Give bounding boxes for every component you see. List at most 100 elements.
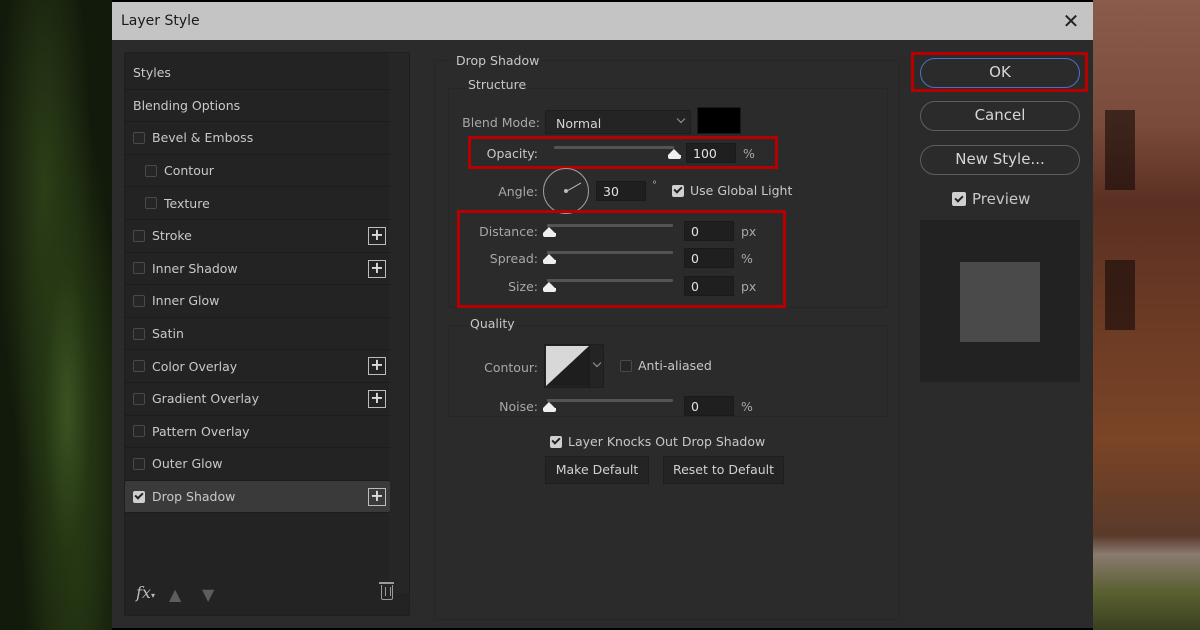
spread-slider-thumb[interactable] — [543, 254, 556, 264]
structure-title: Structure — [466, 77, 529, 92]
style-item-inner-glow[interactable]: Inner Glow — [125, 285, 390, 318]
style-item-label: Drop Shadow — [152, 489, 236, 505]
noise-slider[interactable] — [543, 399, 673, 412]
style-item-checkbox[interactable] — [133, 490, 145, 503]
style-item-checkbox[interactable] — [145, 197, 157, 210]
style-item-checkbox[interactable] — [133, 294, 145, 307]
spread-input[interactable]: 0 — [684, 248, 734, 268]
add-effect-icon[interactable]: + — [368, 226, 386, 245]
trash-icon[interactable] — [379, 582, 394, 600]
spread-unit: % — [741, 251, 753, 266]
reset-to-default-button[interactable]: Reset to Default — [663, 456, 784, 484]
move-up-icon[interactable]: ▲ — [169, 585, 181, 604]
distance-slider[interactable] — [543, 224, 673, 237]
cancel-button[interactable]: Cancel — [920, 101, 1080, 131]
anti-aliased-checkbox-box[interactable] — [620, 359, 632, 372]
angle-dial[interactable] — [543, 168, 589, 214]
style-item-checkbox[interactable] — [133, 327, 145, 340]
preview-checkbox[interactable]: Preview — [952, 190, 1030, 208]
style-item-gradient-overlay[interactable]: Gradient Overlay + — [125, 383, 390, 416]
opacity-label: Opacity: — [486, 146, 538, 161]
style-item-stroke[interactable]: Stroke + — [125, 220, 390, 253]
quality-title: Quality — [468, 316, 517, 331]
fx-label: fx — [136, 583, 151, 602]
style-item-checkbox[interactable] — [133, 392, 145, 405]
use-global-light-checkbox-box[interactable] — [672, 184, 684, 197]
style-item-color-overlay[interactable]: Color Overlay + — [125, 350, 390, 383]
opacity-slider-thumb[interactable] — [668, 149, 681, 159]
style-item-checkbox[interactable] — [145, 164, 157, 177]
style-item-contour[interactable]: Contour — [125, 155, 390, 188]
size-label: Size: — [508, 279, 538, 294]
size-unit: px — [741, 279, 757, 294]
preview-thumbnail — [920, 220, 1080, 382]
move-down-icon[interactable]: ▼ — [202, 585, 214, 604]
style-item-label: Styles — [133, 65, 171, 81]
style-item-checkbox[interactable] — [133, 131, 145, 144]
close-icon[interactable]: ✕ — [1059, 11, 1083, 31]
noise-input[interactable]: 0 — [684, 396, 734, 416]
style-item-checkbox[interactable] — [133, 262, 145, 275]
new-style-button[interactable]: New Style... — [920, 145, 1080, 175]
style-item-bevel-emboss[interactable]: Bevel & Emboss — [125, 122, 390, 155]
preview-square — [960, 262, 1040, 342]
style-item-checkbox[interactable] — [133, 457, 145, 470]
use-global-light-checkbox[interactable]: Use Global Light — [672, 183, 792, 198]
background-foliage — [0, 0, 112, 630]
blend-mode-label: Blend Mode: — [462, 115, 540, 130]
distance-unit: px — [741, 224, 757, 239]
style-item-checkbox[interactable] — [133, 360, 145, 373]
style-item-outer-glow[interactable]: Outer Glow — [125, 448, 390, 481]
size-input[interactable]: 0 — [684, 276, 734, 296]
make-default-button[interactable]: Make Default — [545, 456, 649, 484]
opacity-unit: % — [743, 146, 755, 161]
spread-slider[interactable] — [543, 251, 673, 264]
styles-scrollbar[interactable] — [389, 53, 409, 593]
style-item-drop-shadow[interactable]: Drop Shadow + — [125, 480, 390, 514]
style-item-checkbox[interactable] — [133, 425, 145, 438]
shadow-color-swatch[interactable] — [697, 107, 741, 134]
style-item-label: Stroke — [152, 228, 192, 244]
styles-footer: fx▾ ▲ ▼ — [125, 575, 409, 615]
layer-knocks-out-checkbox-box[interactable] — [550, 435, 562, 448]
opacity-slider[interactable] — [554, 146, 681, 159]
style-item-label: Texture — [164, 195, 210, 211]
blend-mode-value: Normal — [556, 116, 602, 131]
preview-label: Preview — [972, 190, 1031, 208]
preview-checkbox-box[interactable] — [952, 192, 966, 206]
drop-shadow-panel: Drop Shadow Structure Blend Mode: Normal… — [434, 50, 900, 620]
anti-aliased-label: Anti-aliased — [638, 358, 712, 373]
add-effect-icon[interactable]: + — [368, 389, 386, 408]
style-item-texture[interactable]: Texture — [125, 187, 390, 220]
use-global-light-label: Use Global Light — [690, 183, 793, 198]
style-item-satin[interactable]: Satin — [125, 318, 390, 351]
contour-picker[interactable] — [544, 344, 604, 388]
ok-button[interactable]: OK — [920, 58, 1080, 88]
layer-knocks-out-checkbox[interactable]: Layer Knocks Out Drop Shadow — [550, 434, 765, 449]
fx-icon[interactable]: fx▾ — [136, 583, 155, 602]
distance-input[interactable]: 0 — [684, 221, 734, 241]
style-item-checkbox[interactable] — [133, 229, 145, 242]
distance-slider-thumb[interactable] — [543, 227, 556, 237]
size-slider-thumb[interactable] — [543, 282, 556, 292]
style-item-label: Contour — [164, 163, 214, 179]
style-item-blending-options[interactable]: Blending Options — [125, 90, 390, 123]
style-item-pattern-overlay[interactable]: Pattern Overlay — [125, 416, 390, 449]
styles-list: Styles Blending Options Bevel & Emboss Cont… — [125, 57, 390, 514]
angle-dial-center — [564, 189, 568, 193]
angle-input[interactable]: 30 — [596, 181, 646, 201]
style-item-styles[interactable]: Styles — [125, 57, 390, 90]
size-slider[interactable] — [543, 279, 673, 292]
add-effect-icon[interactable]: + — [368, 259, 386, 278]
style-item-inner-shadow[interactable]: Inner Shadow + — [125, 253, 390, 286]
add-effect-icon[interactable]: + — [368, 357, 386, 376]
opacity-input[interactable]: 100 — [686, 143, 736, 163]
style-item-label: Pattern Overlay — [152, 423, 250, 439]
blend-mode-select[interactable]: Normal — [545, 110, 691, 134]
noise-slider-thumb[interactable] — [543, 402, 556, 412]
style-item-label: Gradient Overlay — [152, 391, 259, 407]
add-effect-icon[interactable]: + — [368, 487, 386, 506]
contour-dropdown[interactable] — [589, 345, 603, 387]
angle-label: Angle: — [498, 184, 538, 199]
anti-aliased-checkbox[interactable]: Anti-aliased — [620, 358, 712, 373]
